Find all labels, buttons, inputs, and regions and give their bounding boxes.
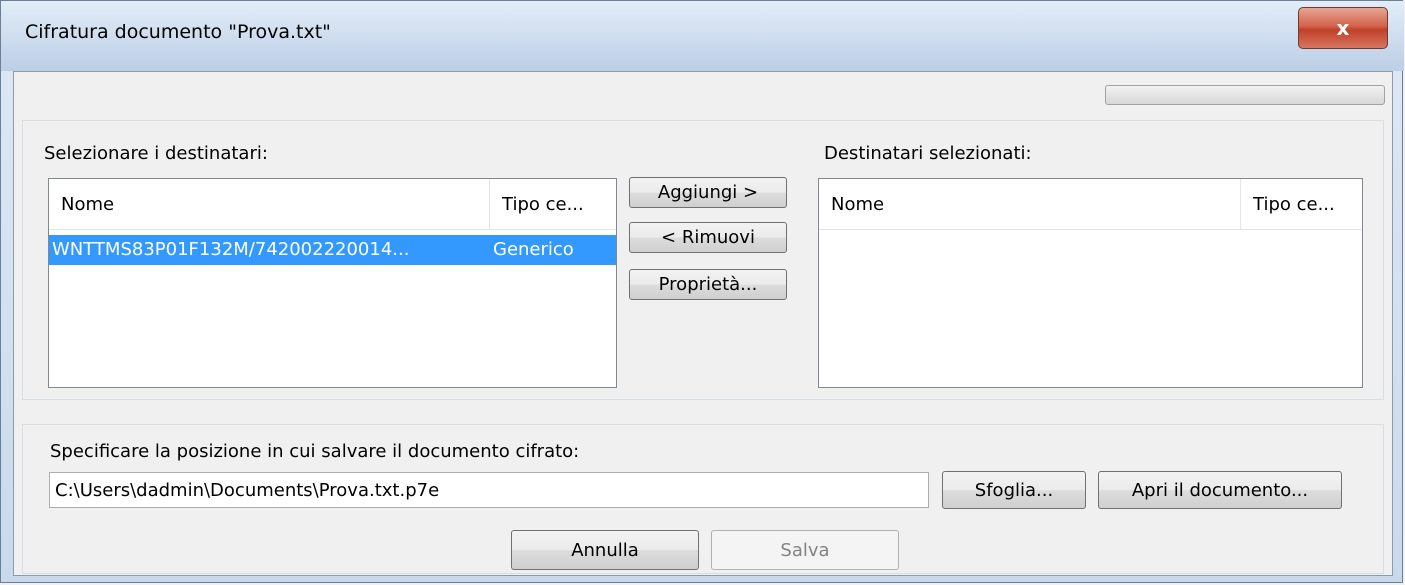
- open-document-button[interactable]: Apri il documento...: [1098, 471, 1342, 509]
- close-icon: x: [1336, 16, 1350, 40]
- selected-list-header: Nome Tipo ce...: [819, 179, 1362, 230]
- properties-button[interactable]: Proprietà...: [629, 269, 787, 300]
- column-header-nome[interactable]: Nome: [49, 179, 490, 229]
- column-header-nome[interactable]: Nome: [819, 179, 1241, 229]
- window-title: Cifratura documento "Prova.txt": [25, 21, 331, 43]
- save-location-group: Specificare la posizione in cui salvare …: [22, 424, 1384, 574]
- table-row[interactable]: WNTTMS83P01F132M/742002220014... Generic…: [49, 235, 616, 265]
- available-recipients-list[interactable]: Nome Tipo ce... WNTTMS83P01F132M/7420022…: [48, 178, 617, 388]
- save-button[interactable]: Salva: [711, 530, 899, 570]
- add-button[interactable]: Aggiungi >: [629, 177, 787, 208]
- recipient-name-cell: WNTTMS83P01F132M/742002220014...: [52, 239, 410, 260]
- dialog-client-area: Selezionare i destinatari: Nome Tipo ce.…: [13, 71, 1393, 576]
- recipient-type-cell: Generico: [493, 239, 574, 260]
- recipients-group: Selezionare i destinatari: Nome Tipo ce.…: [22, 120, 1384, 400]
- available-list-header: Nome Tipo ce...: [49, 179, 616, 230]
- selected-recipients-list[interactable]: Nome Tipo ce...: [818, 178, 1363, 388]
- progress-bar: [1105, 85, 1385, 105]
- column-header-tipo[interactable]: Tipo ce...: [490, 179, 616, 229]
- title-bar[interactable]: Cifratura documento "Prova.txt" x: [1, 1, 1404, 71]
- selected-recipients-label: Destinatari selezionati:: [824, 143, 1032, 164]
- column-header-tipo[interactable]: Tipo ce...: [1241, 179, 1362, 229]
- save-path-input[interactable]: C:\Users\dadmin\Documents\Prova.txt.p7e: [49, 472, 929, 508]
- close-button[interactable]: x: [1298, 7, 1388, 49]
- dialog-window: Cifratura documento "Prova.txt" x Selezi…: [0, 0, 1404, 583]
- available-recipients-label: Selezionare i destinatari:: [44, 143, 268, 164]
- save-location-label: Specificare la posizione in cui salvare …: [50, 441, 580, 462]
- browse-button[interactable]: Sfoglia...: [942, 471, 1086, 509]
- cancel-button[interactable]: Annulla: [511, 530, 699, 570]
- remove-button[interactable]: < Rimuovi: [629, 222, 787, 253]
